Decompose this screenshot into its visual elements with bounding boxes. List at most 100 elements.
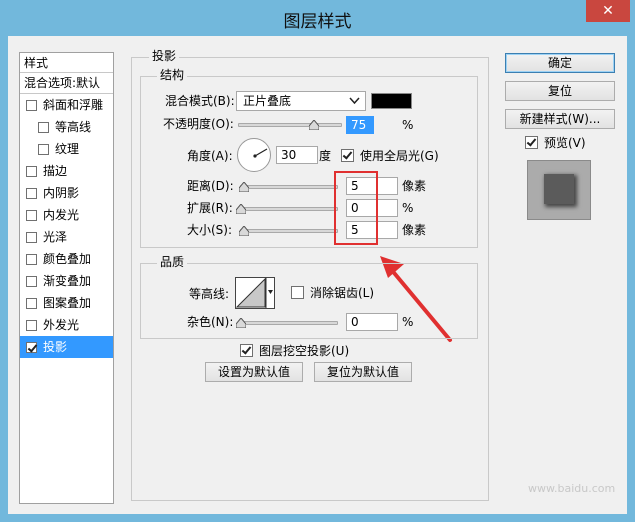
reset-button[interactable]: 复位: [505, 81, 615, 101]
knockout-label: 图层挖空投影(U): [259, 344, 350, 358]
anti-alias-label: 消除锯齿(L): [310, 286, 375, 300]
size-slider-handle[interactable]: [239, 226, 249, 236]
distance-slider[interactable]: [240, 185, 338, 189]
style-item-label: 图案叠加: [43, 296, 92, 310]
preview-label: 预览(V): [544, 136, 586, 150]
knockout-checkbox[interactable]: [240, 344, 253, 357]
styles-list: 样式 混合选项:默认 斜面和浮雕等高线纹理描边内阴影内发光光泽颜色叠加渐变叠加图…: [19, 52, 114, 504]
blend-mode-select[interactable]: 正片叠底: [236, 91, 366, 111]
global-light-option[interactable]: 使用全局光(G): [341, 147, 439, 164]
spread-slider-handle[interactable]: [236, 204, 246, 214]
spread-slider[interactable]: [240, 207, 338, 211]
new-style-button[interactable]: 新建样式(W)...: [505, 109, 615, 129]
style-item[interactable]: 光泽: [20, 226, 113, 248]
opacity-label: 不透明度(O):: [163, 117, 234, 131]
style-item-label: 渐变叠加: [43, 274, 92, 288]
opacity-slider[interactable]: [238, 123, 342, 127]
style-item-checkbox[interactable]: [26, 319, 37, 331]
style-item-checkbox[interactable]: [26, 231, 37, 243]
style-item[interactable]: 图案叠加: [20, 292, 113, 314]
noise-unit: %: [402, 315, 414, 329]
title-bar[interactable]: 图层样式 ✕: [0, 0, 635, 36]
contour-picker[interactable]: [235, 277, 275, 309]
style-item-label: 斜面和浮雕: [43, 98, 104, 112]
reset-default-button[interactable]: 复位为默认值: [314, 362, 412, 382]
size-unit: 像素: [402, 223, 427, 237]
style-item-label: 描边: [43, 164, 68, 178]
layer-style-dialog: 图层样式 ✕ 样式 混合选项:默认 斜面和浮雕等高线纹理描边内阴影内发光光泽颜色…: [0, 0, 635, 522]
spread-label: 扩展(R):: [187, 201, 233, 215]
chevron-down-icon: [349, 94, 360, 112]
angle-label: 角度(A):: [187, 149, 233, 163]
blend-mode-label: 混合模式(B):: [165, 94, 235, 108]
style-item-checkbox[interactable]: [26, 275, 37, 287]
style-item-checkbox[interactable]: [26, 99, 37, 111]
size-label: 大小(S):: [187, 223, 233, 237]
style-item-checkbox[interactable]: [26, 209, 37, 221]
style-item-checkbox[interactable]: [26, 297, 37, 309]
spread-unit: %: [402, 201, 414, 215]
distance-label: 距离(D):: [187, 179, 234, 193]
style-item-label: 光泽: [43, 230, 68, 244]
style-item-checkbox[interactable]: [38, 121, 49, 133]
blend-mode-value: 正片叠底: [243, 94, 292, 108]
style-item-label: 内阴影: [43, 186, 80, 200]
style-item[interactable]: 投影: [20, 336, 113, 358]
anti-alias-checkbox[interactable]: [291, 286, 304, 299]
angle-unit: 度: [319, 149, 332, 163]
anti-alias-option[interactable]: 消除锯齿(L): [291, 284, 374, 301]
style-item-checkbox[interactable]: [26, 165, 37, 177]
preview-checkbox[interactable]: [525, 136, 538, 149]
global-light-label: 使用全局光(G): [360, 149, 439, 163]
style-item-label: 内发光: [43, 208, 80, 222]
style-item-checkbox[interactable]: [26, 253, 37, 265]
style-item[interactable]: 内阴影: [20, 182, 113, 204]
opacity-input[interactable]: 75: [346, 116, 374, 134]
shadow-color-swatch[interactable]: [371, 93, 412, 109]
styles-header[interactable]: 样式: [20, 53, 113, 73]
opacity-slider-handle[interactable]: [309, 120, 319, 130]
style-item-label: 颜色叠加: [43, 252, 92, 266]
style-item[interactable]: 描边: [20, 160, 113, 182]
style-item[interactable]: 纹理: [20, 138, 113, 160]
style-item[interactable]: 斜面和浮雕: [20, 94, 113, 116]
opacity-unit: %: [402, 118, 414, 132]
blending-options-item[interactable]: 混合选项:默认: [20, 73, 113, 94]
set-default-button[interactable]: 设置为默认值: [205, 362, 303, 382]
distance-unit: 像素: [402, 179, 427, 193]
style-item-checkbox[interactable]: [38, 143, 49, 155]
dialog-body: 样式 混合选项:默认 斜面和浮雕等高线纹理描边内阴影内发光光泽颜色叠加渐变叠加图…: [8, 36, 627, 514]
style-item[interactable]: 外发光: [20, 314, 113, 336]
noise-slider-handle[interactable]: [236, 318, 246, 328]
style-item[interactable]: 内发光: [20, 204, 113, 226]
noise-slider[interactable]: [240, 321, 338, 325]
structure-title: 结构: [157, 68, 188, 82]
noise-input[interactable]: 0: [346, 313, 398, 331]
style-item-checkbox[interactable]: [26, 341, 37, 353]
style-item[interactable]: 颜色叠加: [20, 248, 113, 270]
style-item-checkbox[interactable]: [26, 187, 37, 199]
contour-label: 等高线:: [189, 287, 230, 301]
style-item-label: 等高线: [55, 120, 92, 134]
style-item-label: 投影: [43, 340, 68, 354]
distance-slider-handle[interactable]: [239, 182, 249, 192]
noise-label: 杂色(N):: [187, 315, 234, 329]
preview-option[interactable]: 预览(V): [525, 134, 586, 151]
style-item-label: 外发光: [43, 318, 80, 332]
angle-input[interactable]: 30: [276, 146, 318, 164]
style-item[interactable]: 等高线: [20, 116, 113, 138]
size-slider[interactable]: [240, 229, 338, 233]
ok-button[interactable]: 确定: [505, 53, 615, 73]
knockout-option[interactable]: 图层挖空投影(U): [240, 342, 349, 359]
angle-dial[interactable]: [237, 138, 271, 172]
drop-shadow-title: 投影: [149, 49, 180, 63]
watermark: www.baidu.com: [528, 482, 616, 495]
quality-title: 品质: [157, 255, 188, 269]
global-light-checkbox[interactable]: [341, 149, 354, 162]
highlight-box: [334, 171, 378, 245]
close-button[interactable]: ✕: [586, 0, 630, 22]
style-item[interactable]: 渐变叠加: [20, 270, 113, 292]
style-item-label: 纹理: [55, 142, 80, 156]
window-title: 图层样式: [283, 12, 352, 32]
preview-shape: [544, 174, 574, 204]
